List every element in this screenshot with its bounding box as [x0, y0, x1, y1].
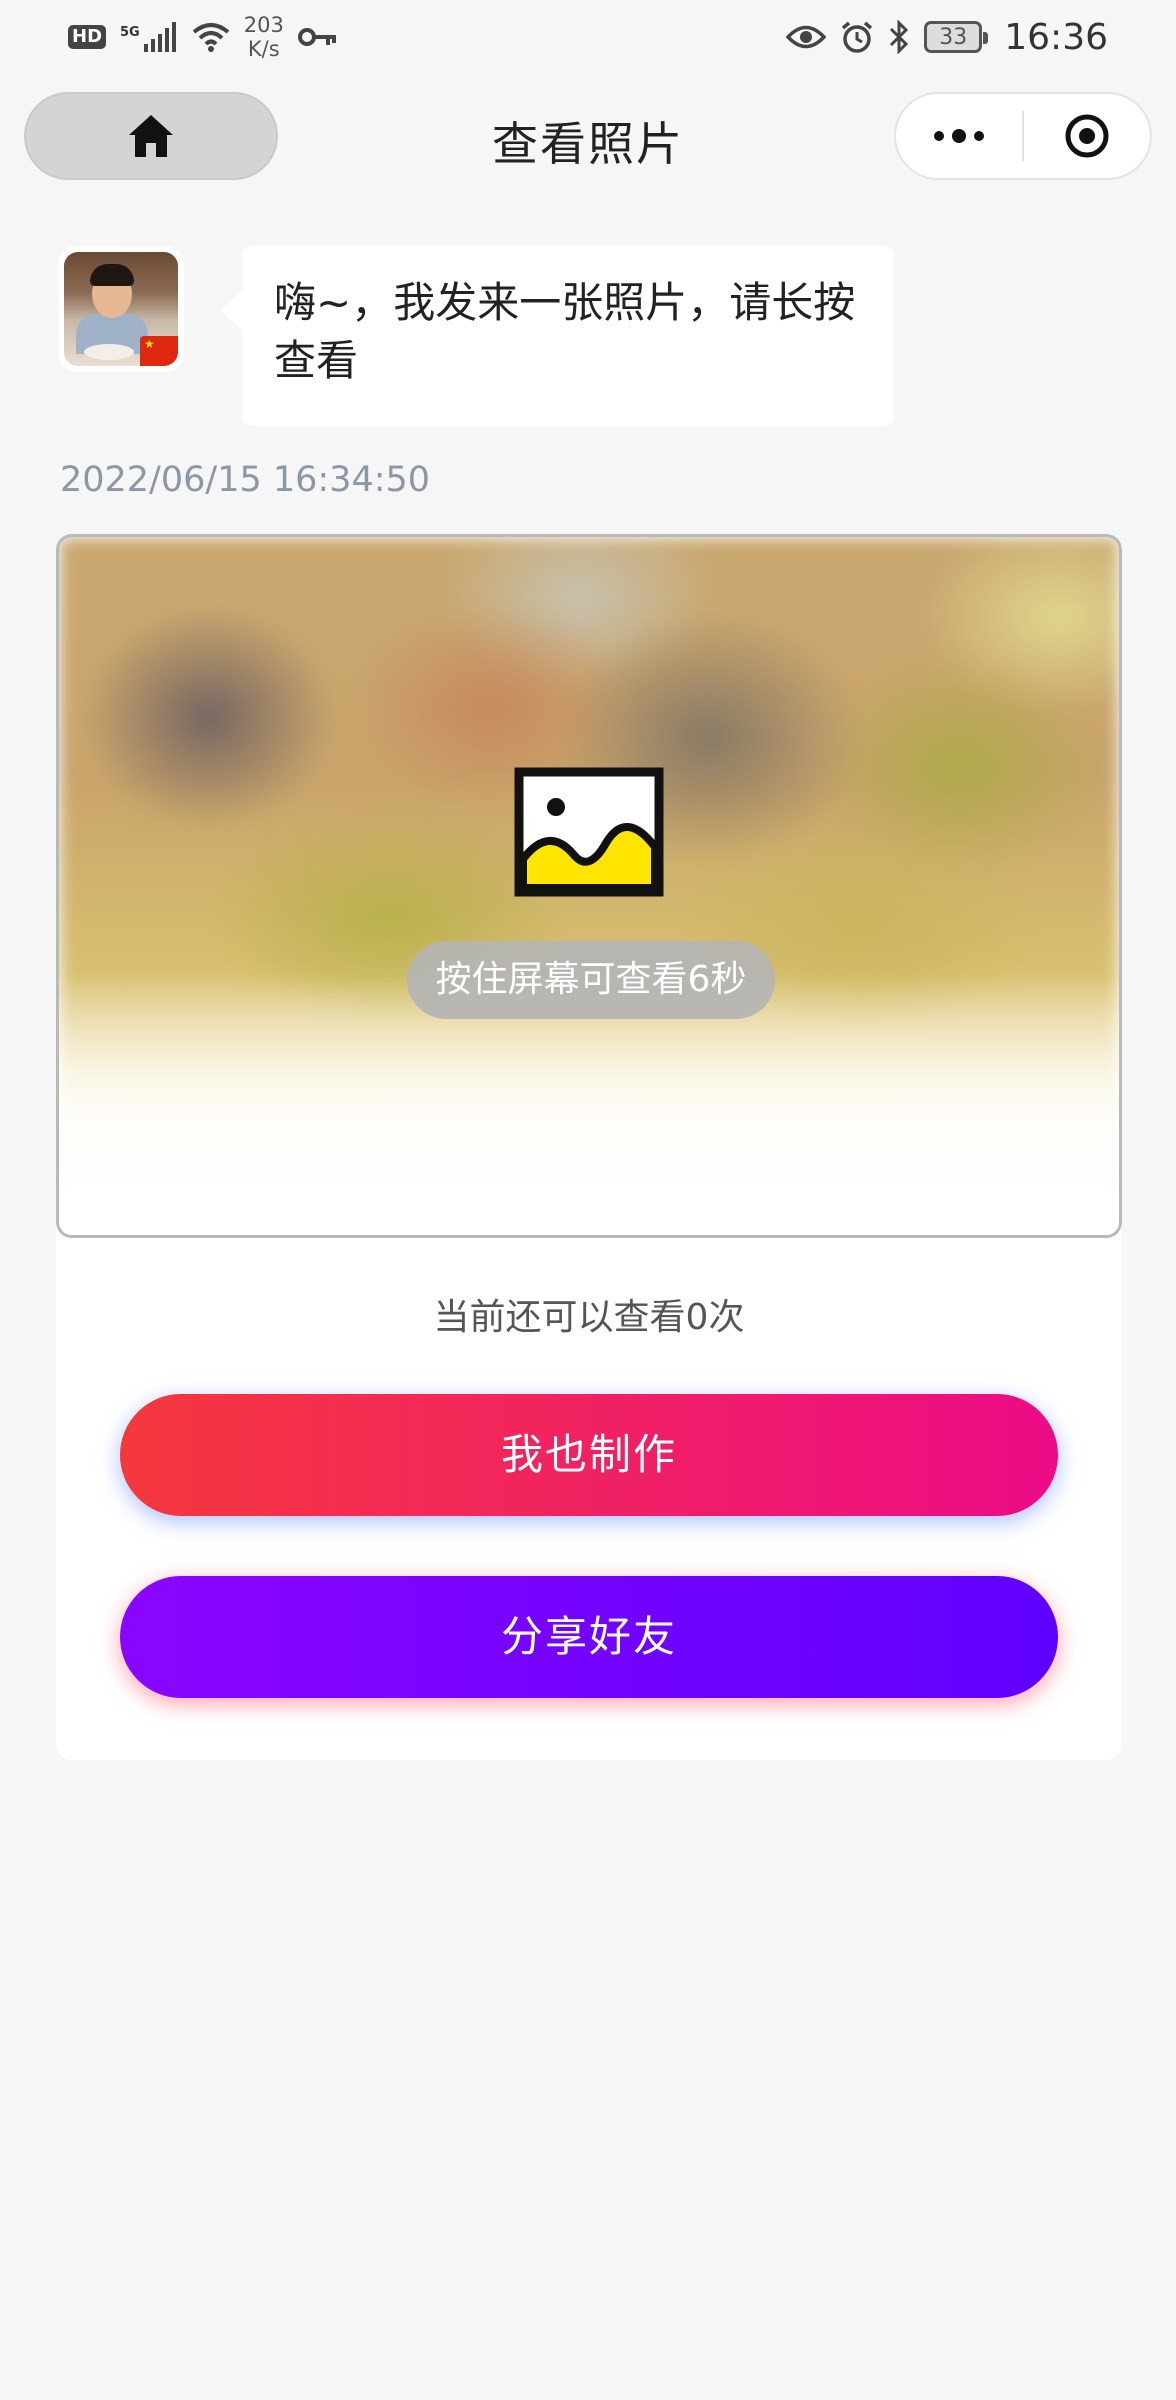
network-speed-value: 203: [243, 13, 284, 37]
more-dots-icon: [934, 129, 984, 143]
status-time: 16:36: [1004, 16, 1108, 58]
share-to-friends-button[interactable]: 分享好友: [120, 1576, 1058, 1698]
status-bar: HD 5G 203 K/s 33 16:36: [0, 0, 1176, 74]
battery-level: 33: [939, 24, 968, 50]
hold-to-view-hint: 按住屏幕可查看6秒: [407, 941, 775, 1019]
close-mini-program-button[interactable]: [1024, 94, 1150, 178]
message-timestamp: 2022/06/15 16:34:50: [60, 460, 431, 500]
network-speed: 203 K/s: [244, 13, 284, 61]
remaining-views-text: 当前还可以查看0次: [433, 1297, 745, 1338]
avatar-photo: [64, 252, 178, 366]
image-icon: [514, 767, 664, 897]
eye-icon: [786, 25, 827, 49]
make-my-own-button[interactable]: 我也制作: [120, 1394, 1058, 1516]
hd-badge: HD: [68, 25, 107, 49]
blurred-photo[interactable]: 按住屏幕可查看6秒: [56, 534, 1122, 1238]
status-left: HD 5G 203 K/s: [68, 13, 338, 61]
wifi-icon: [192, 23, 230, 52]
more-button[interactable]: [896, 94, 1022, 178]
battery-icon: 33: [924, 21, 989, 53]
china-flag-icon: [140, 336, 178, 366]
avatar[interactable]: [58, 246, 184, 372]
close-target-icon: [1065, 114, 1109, 158]
bluetooth-icon: [890, 20, 909, 54]
network-type-label: 5G: [120, 25, 140, 40]
mini-program-capsule: [894, 92, 1152, 180]
signal-icon: [143, 22, 176, 52]
nav-bar: 查看照片: [0, 86, 1176, 186]
network-speed-unit: K/s: [247, 37, 280, 61]
alarm-icon: [842, 21, 873, 53]
message-text: 嗨~，我发来一张照片，请长按查看: [274, 278, 856, 385]
key-icon: [297, 28, 336, 46]
message-bubble: 嗨~，我发来一张照片，请长按查看: [220, 246, 894, 426]
status-right: 33 16:36: [786, 17, 1108, 58]
